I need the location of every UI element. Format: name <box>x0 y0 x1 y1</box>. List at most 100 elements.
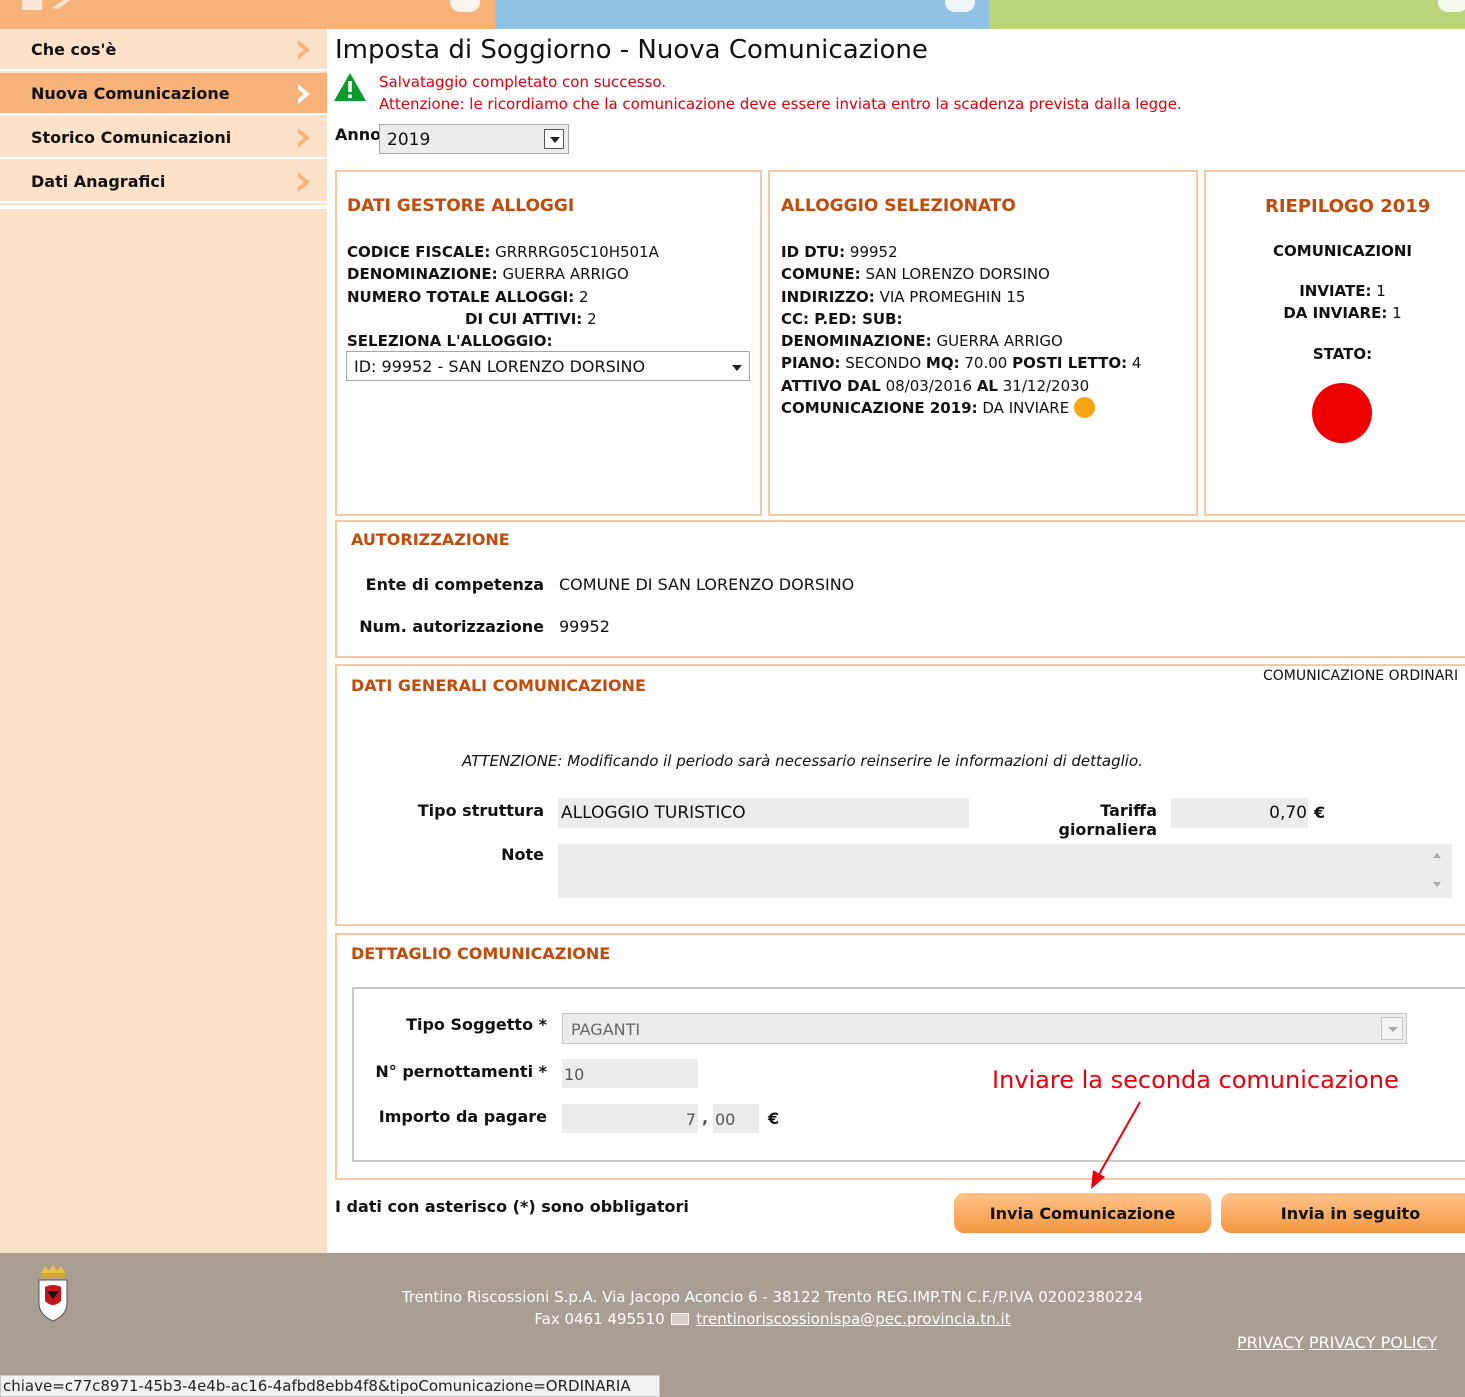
footer-contacts: Fax 0461 495510 trentinoriscossionispa@p… <box>0 1310 1465 1328</box>
invia-comunicazione-button[interactable]: Invia Comunicazione <box>954 1193 1211 1233</box>
tipo-soggetto-value: PAGANTI <box>571 1020 641 1039</box>
pending-status-dot-icon <box>1073 397 1095 419</box>
note-textarea[interactable] <box>558 844 1452 898</box>
cf-value: GRRRRG05C10H501A <box>495 243 659 261</box>
warning-message: Attenzione: le ricordiamo che la comunic… <box>379 95 1182 113</box>
indirizzo-value: VIA PROMEGHIN 15 <box>879 287 1026 306</box>
id-dtu-value: 99952 <box>849 243 898 261</box>
chevron-right-icon <box>298 40 310 60</box>
anno-select-value: 2019 <box>387 130 431 150</box>
anno-label: Anno <box>335 125 382 144</box>
tipo-struttura-label: Tipo struttura <box>417 801 544 820</box>
riepilogo-title: RIEPILOGO 2019 <box>1265 196 1431 217</box>
comune-value: SAN LORENZO DORSINO <box>865 265 1050 284</box>
seleziona-alloggio-label: SELEZIONA L'ALLOGGIO: <box>347 332 553 351</box>
sidebar-item-label: Che cos'è <box>31 39 117 59</box>
gestore-title: DATI GESTORE ALLOGGI <box>347 196 575 216</box>
importo-separator: , <box>702 1108 709 1127</box>
attivo-al-label: AL <box>976 376 998 395</box>
comunicazione-label: COMUNICAZIONE 2019: <box>781 399 978 418</box>
inviate-value: 1 <box>1376 282 1386 300</box>
sidebar-item-che-cose[interactable]: Che cos'è <box>0 29 327 71</box>
alloggio-select[interactable]: ID: 99952 - SAN LORENZO DORSINO <box>346 351 750 381</box>
sidebar-item-nuova-comunicazione[interactable]: Nuova Comunicazione <box>0 73 327 115</box>
da-inviare-value: 1 <box>1392 304 1402 322</box>
attenzione-text: : Modificando il periodo sarà necessario… <box>557 752 1143 770</box>
dropdown-arrow-icon <box>544 129 564 149</box>
attivi-label: DI CUI ATTIVI: <box>465 309 583 328</box>
importo-label: Importo da pagare <box>378 1107 547 1126</box>
dropdown-arrow-icon <box>1381 1017 1403 1040</box>
num-autorizzazione-label: Num. autorizzazione <box>359 617 544 636</box>
status-bar-url: chiave=c77c8971-45b3-4e4b-ac16-4afbd8ebb… <box>0 1375 660 1397</box>
success-warning-icon <box>334 73 366 101</box>
tipo-soggetto-label: Tipo Soggetto * <box>406 1015 547 1034</box>
comunicazione-value: DA INVIARE <box>982 399 1070 418</box>
riepilogo-comunicazioni-label: COMUNICAZIONI <box>1273 242 1412 260</box>
indirizzo-label: INDIRIZZO: <box>781 287 875 306</box>
attivo-al-value: 31/12/2030 <box>1002 376 1090 395</box>
footer-address: Trentino Riscossioni S.p.A. Via Jacopo A… <box>401 1288 1144 1306</box>
chevron-right-icon <box>298 84 310 104</box>
stato-label: STATO: <box>1312 345 1373 363</box>
tipo-comunicazione-badge: COMUNICAZIONE ORDINARI <box>1263 668 1459 684</box>
denominazione-label: DENOMINAZIONE: <box>347 265 498 284</box>
da-inviare-label: DA INVIARE: <box>1283 304 1388 322</box>
dropdown-arrow-icon <box>732 365 742 371</box>
footer-fax: Fax 0461 495510 <box>534 1310 665 1328</box>
required-note: I dati con asterisco (*) sono obbligator… <box>335 1197 689 1216</box>
top-bar <box>0 0 1465 29</box>
top-tab-handle[interactable] <box>450 0 480 12</box>
alloggio-info: ID DTU: 99952 COMUNE: SAN LORENZO DORSIN… <box>781 241 1141 419</box>
posti-letto-value: 4 <box>1131 354 1142 373</box>
dettaglio-title: DETTAGLIO COMUNICAZIONE <box>351 944 611 963</box>
piano-label: PIANO: <box>781 354 841 373</box>
sidebar-item-label: Dati Anagrafici <box>31 171 166 191</box>
totale-alloggi-value: 2 <box>579 287 589 306</box>
tariffa-field: 0,70 <box>1171 798 1308 828</box>
piano-value: SECONDO <box>845 354 922 373</box>
tipo-soggetto-select[interactable]: PAGANTI <box>562 1013 1407 1044</box>
anno-select[interactable]: 2019 <box>379 124 569 154</box>
cf-label: CODICE FISCALE: <box>347 243 491 261</box>
denominazione-label: DENOMINAZIONE: <box>781 332 932 351</box>
tariffa-label: Tariffa giornaliera <box>1058 801 1157 839</box>
importo-intero-field: 7 <box>562 1104 698 1133</box>
scroll-up-icon[interactable] <box>1433 853 1441 858</box>
footer-privacy-links: PRIVACY PRIVACY POLICY <box>1237 1333 1437 1352</box>
pernottamenti-label: N° pernottamenti * <box>375 1062 547 1081</box>
tipo-struttura-field: ALLOGGIO TURISTICO <box>558 798 969 828</box>
attenzione-note: ATTENZIONE: Modificando il periodo sarà … <box>462 752 1143 770</box>
mq-label: MQ: <box>925 354 960 373</box>
attivi-value: 2 <box>587 309 597 328</box>
comune-label: COMUNE: <box>781 265 861 284</box>
note-label: Note <box>501 845 544 864</box>
privacy-link[interactable]: PRIVACY <box>1237 1333 1304 1352</box>
importo-currency: € <box>768 1109 780 1128</box>
sidebar: Che cos'è Nuova Comunicazione Storico Co… <box>0 29 327 1253</box>
app-logo-icon <box>22 0 70 10</box>
privacy-policy-link[interactable]: PRIVACY POLICY <box>1309 1333 1437 1352</box>
pernottamenti-field[interactable]: 10 <box>562 1059 698 1088</box>
tariffa-currency: € <box>1314 803 1326 822</box>
riepilogo-da-inviare: DA INVIARE: 1 <box>1220 304 1465 322</box>
denominazione-value: GUERRA ARRIGO <box>936 332 1063 351</box>
footer-email-link[interactable]: trentinoriscossionispa@pec.provincia.tn.… <box>696 1310 1010 1328</box>
top-bar-green-segment <box>989 0 1465 29</box>
top-tab-handle[interactable] <box>1438 0 1465 12</box>
importo-decimali-field: 00 <box>713 1104 759 1133</box>
sidebar-item-storico-comunicazioni[interactable]: Storico Comunicazioni <box>0 117 327 159</box>
scroll-down-icon[interactable] <box>1433 882 1441 887</box>
sidebar-item-label: Storico Comunicazioni <box>31 127 232 147</box>
totale-alloggi-label: NUMERO TOTALE ALLOGGI: <box>347 287 575 306</box>
attivo-dal-label: ATTIVO DAL <box>781 376 881 395</box>
dati-generali-title: DATI GENERALI COMUNICAZIONE <box>351 676 646 695</box>
invia-in-seguito-button[interactable]: Invia in seguito <box>1221 1193 1465 1233</box>
id-dtu-label: ID DTU: <box>781 243 846 261</box>
success-message: Salvataggio completato con successo. <box>379 73 667 91</box>
gestore-info: CODICE FISCALE: GRRRRG05C10H501A DENOMIN… <box>347 241 659 352</box>
denominazione-value: GUERRA ARRIGO <box>502 265 629 284</box>
sidebar-item-dati-anagrafici[interactable]: Dati Anagrafici <box>0 161 327 203</box>
page-title: Imposta di Soggiorno - Nuova Comunicazio… <box>335 35 928 65</box>
top-tab-handle[interactable] <box>945 0 975 12</box>
